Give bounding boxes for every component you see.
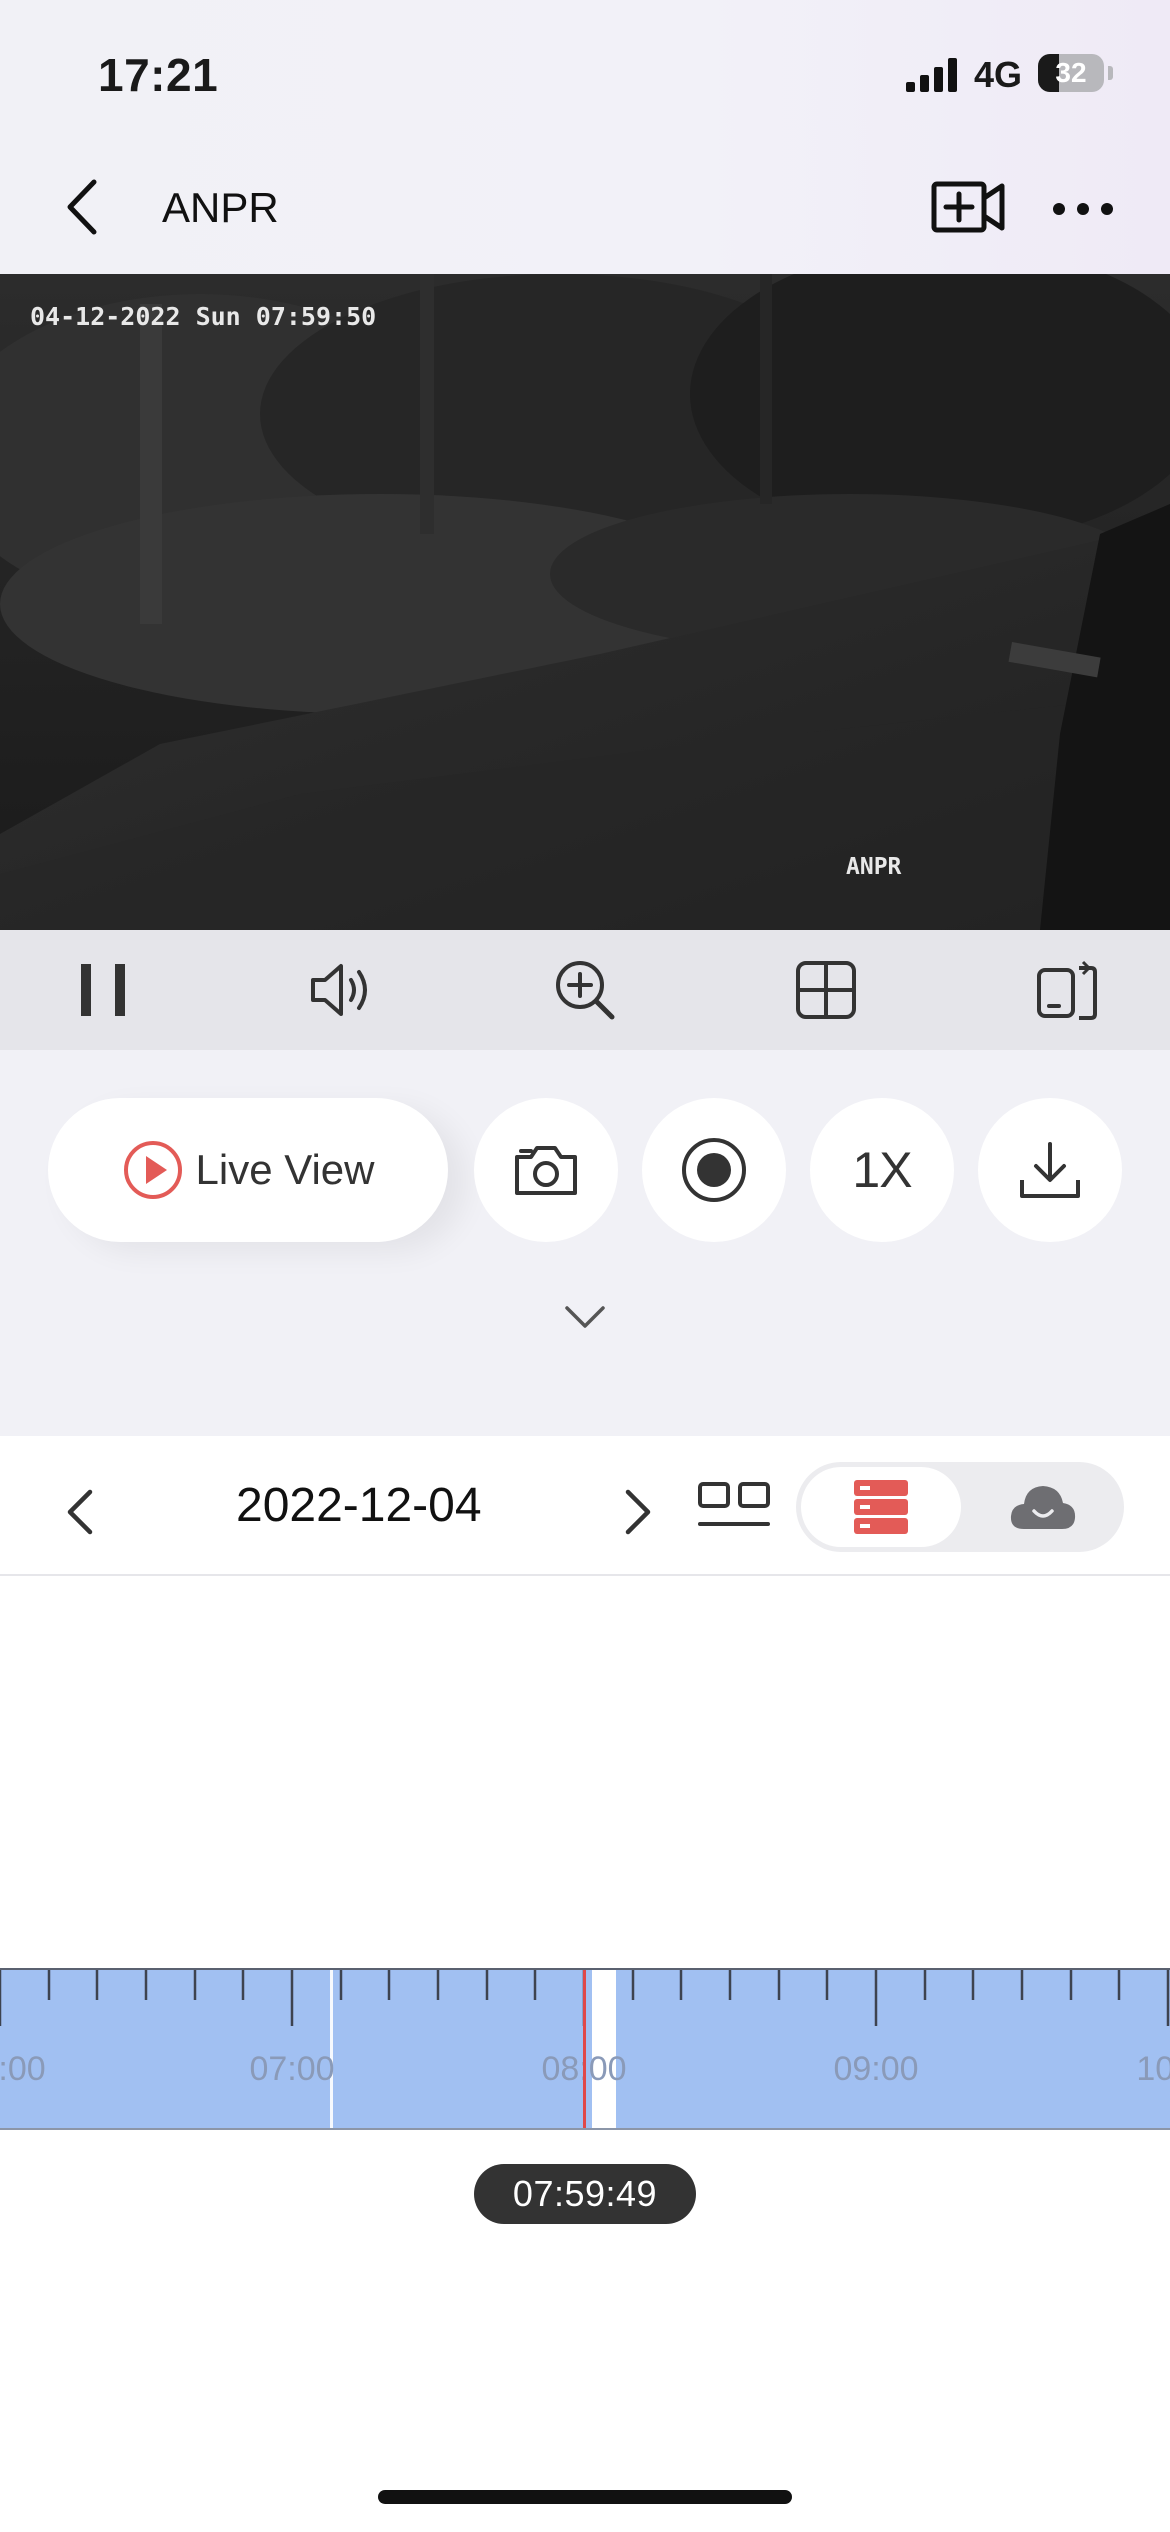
next-day-icon[interactable] [606, 1482, 666, 1542]
rotate-button[interactable] [1027, 950, 1107, 1030]
battery-icon: 32 [1038, 54, 1104, 92]
play-circle-icon [123, 1141, 182, 1199]
network-type: 4G [974, 54, 1023, 95]
record-button[interactable] [642, 1098, 786, 1242]
layout-button[interactable] [786, 950, 866, 1030]
date-selector: 2022-12-04 [0, 1436, 1170, 1576]
snapshot-button[interactable] [474, 1098, 618, 1242]
camera-feed-image [0, 274, 1170, 930]
storage-server-icon [854, 1480, 908, 1534]
osd-timestamp: 04-12-2022 Sun 07:59:50 [30, 302, 377, 331]
grid-layout-icon [796, 961, 856, 1019]
live-view-button[interactable]: Live View [48, 1098, 448, 1242]
pause-icon [81, 964, 125, 1016]
speaker-icon [311, 964, 367, 1016]
speed-label: 1X [852, 1142, 912, 1198]
rotate-screen-icon [1037, 960, 1097, 1020]
speed-button[interactable]: 1X [810, 1098, 954, 1242]
cloud-storage-option[interactable] [966, 1467, 1119, 1547]
status-bar: 17:21 4G 32 [0, 0, 1170, 150]
multi-view-icon[interactable] [696, 1476, 772, 1536]
battery-level: 32 [1055, 57, 1087, 88]
signal-bars-icon [906, 58, 957, 92]
video-player[interactable]: 04-12-2022 Sun 07:59:50 ANPR [0, 274, 1170, 930]
playback-timeline[interactable]: :00 07:00 08:00 09:00 10: [0, 1968, 1170, 2130]
camera-snapshot-icon [515, 1146, 577, 1195]
player-toolbar [0, 930, 1170, 1050]
chevron-down-icon[interactable] [561, 1302, 609, 1332]
timeline-label: 10: [1136, 2050, 1170, 2088]
status-time: 17:21 [98, 49, 219, 101]
device-storage-option[interactable] [801, 1467, 961, 1547]
home-indicator[interactable] [378, 2490, 792, 2504]
selected-date[interactable]: 2022-12-04 [236, 1478, 482, 1533]
playhead-cursor[interactable] [583, 1970, 586, 2128]
record-icon [682, 1138, 746, 1202]
osd-camera-name: ANPR [846, 854, 902, 880]
current-time-badge: 07:59:49 [474, 2164, 696, 2224]
page-title: ANPR [162, 184, 279, 231]
video-camera-plus-icon[interactable] [930, 174, 1008, 240]
previous-day-icon[interactable] [52, 1482, 112, 1542]
download-icon [1020, 1142, 1080, 1198]
playback-controls: Live View 1X [0, 1050, 1170, 1436]
download-button[interactable] [978, 1098, 1122, 1242]
more-horizontal-icon[interactable] [1050, 176, 1116, 242]
zoom-button[interactable] [545, 950, 625, 1030]
timeline-label: 07:00 [249, 2050, 335, 2088]
live-view-label: Live View [195, 1146, 375, 1193]
pause-button[interactable] [63, 950, 143, 1030]
storage-source-toggle [796, 1462, 1124, 1552]
battery-cap [1108, 66, 1113, 80]
timeline-label: :00 [0, 2050, 46, 2088]
cloud-icon [1010, 1486, 1075, 1529]
zoom-in-icon [556, 961, 615, 1020]
audio-button[interactable] [304, 950, 384, 1030]
nav-bar: ANPR [0, 150, 1170, 274]
timeline-label: 09:00 [833, 2050, 919, 2088]
chevron-left-icon[interactable] [50, 172, 120, 242]
